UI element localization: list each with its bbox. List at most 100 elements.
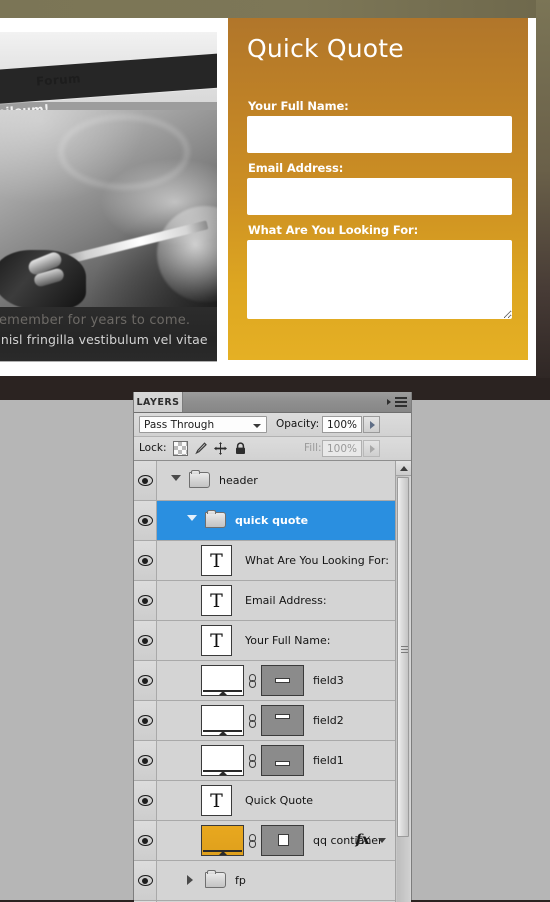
layer-row-body[interactable]: header	[157, 461, 396, 500]
layer-row-body[interactable]: field1	[157, 741, 396, 780]
layer-row-body[interactable]: fp	[157, 861, 396, 900]
layer-name: quick quote	[235, 514, 309, 527]
layer-visibility-toggle[interactable]	[134, 661, 157, 700]
layer-name: Your Full Name:	[245, 634, 331, 647]
layer-row[interactable]: field2	[134, 701, 396, 741]
text-layer-thumbnail[interactable]: T	[201, 545, 232, 576]
tab-layers[interactable]: LAYERS	[134, 392, 183, 412]
layer-visibility-toggle[interactable]	[134, 821, 157, 860]
layer-row[interactable]: field1	[134, 741, 396, 781]
layer-row-body[interactable]: quick quote	[157, 501, 396, 540]
layer-visibility-toggle[interactable]	[134, 621, 157, 660]
layer-visibility-toggle[interactable]	[134, 781, 157, 820]
fill-stepper[interactable]	[363, 440, 380, 457]
layer-thumbnail[interactable]	[201, 665, 244, 696]
folder-icon	[205, 510, 226, 528]
lock-image-pixels-icon[interactable]	[193, 441, 208, 456]
layer-row[interactable]: T What Are You Looking For:	[134, 541, 396, 581]
layer-mask-thumbnail[interactable]	[261, 705, 304, 736]
fill-label: Fill:	[304, 442, 322, 454]
layer-row-body[interactable]: field3	[157, 661, 396, 700]
looking-for-textarea[interactable]	[247, 240, 512, 319]
layers-panel: LAYERS Pass Through Opacity: 100% Lock:	[133, 392, 412, 902]
layer-row-body[interactable]: T Quick Quote	[157, 781, 396, 820]
chevron-right-icon[interactable]	[187, 875, 193, 885]
eye-icon	[137, 795, 153, 806]
layer-thumbnail[interactable]	[201, 705, 244, 736]
text-layer-thumbnail[interactable]: T	[201, 585, 232, 616]
layer-visibility-toggle[interactable]	[134, 501, 157, 540]
layer-visibility-toggle[interactable]	[134, 861, 157, 900]
eye-icon	[137, 475, 153, 486]
layer-visibility-toggle[interactable]	[134, 701, 157, 740]
hero-photograph	[0, 110, 217, 307]
text-layer-thumbnail[interactable]: T	[201, 625, 232, 656]
layers-scrollbar[interactable]	[395, 461, 411, 902]
chevron-down-icon[interactable]	[187, 515, 197, 521]
layer-thumbnail[interactable]	[201, 825, 244, 856]
scroll-up-icon[interactable]	[396, 461, 411, 476]
chevron-down-icon[interactable]	[171, 475, 181, 481]
folder-icon	[205, 870, 226, 888]
layer-effects-icon[interactable]: fx	[356, 832, 370, 848]
scrollbar-thumb[interactable]	[397, 477, 409, 837]
layer-row-body[interactable]: field2	[157, 701, 396, 740]
layers-list: header quick quote T What Are You Looking F…	[134, 461, 411, 902]
lock-all-icon[interactable]	[233, 441, 248, 456]
lock-transparent-pixels-icon[interactable]	[173, 441, 188, 456]
layer-row-body[interactable]: T What Are You Looking For:	[157, 541, 396, 580]
layer-row[interactable]: fp	[134, 861, 396, 901]
layer-visibility-toggle[interactable]	[134, 741, 157, 780]
link-icon[interactable]	[249, 674, 256, 688]
link-icon[interactable]	[249, 714, 256, 728]
layer-row-body[interactable]: T Your Full Name:	[157, 621, 396, 660]
layer-name: fp	[235, 874, 246, 887]
link-icon[interactable]	[249, 834, 256, 848]
layer-row[interactable]: field3	[134, 661, 396, 701]
quick-quote-title: Quick Quote	[247, 34, 404, 63]
looking-for-label: What Are You Looking For:	[248, 223, 419, 237]
opacity-stepper[interactable]	[363, 416, 380, 433]
text-layer-thumbnail[interactable]: T	[201, 785, 232, 816]
layer-mask-thumbnail[interactable]	[261, 825, 304, 856]
caption-line-1: 'll remember for years to come.	[0, 313, 191, 328]
olive-right-strip	[536, 0, 550, 378]
layer-row[interactable]: T Email Address:	[134, 581, 396, 621]
panel-menu-icon[interactable]	[387, 396, 407, 408]
layer-row-body[interactable]: T Email Address:	[157, 581, 396, 620]
layer-row[interactable]: quick quote	[134, 501, 396, 541]
hero-photo-mockup: Forum ubileum! 'll remember for years to…	[0, 32, 217, 362]
layer-row[interactable]: header	[134, 461, 396, 501]
layer-name: header	[219, 474, 258, 487]
layer-visibility-toggle[interactable]	[134, 461, 157, 500]
layer-visibility-toggle[interactable]	[134, 581, 157, 620]
layer-row[interactable]: T Quick Quote	[134, 781, 396, 821]
blend-mode-select[interactable]: Pass Through	[139, 416, 267, 433]
lock-label: Lock:	[139, 442, 167, 454]
blend-mode-row: Pass Through Opacity: 100%	[134, 413, 411, 437]
chevron-down-icon	[253, 424, 261, 428]
eye-icon	[137, 555, 153, 566]
eye-icon	[137, 595, 153, 606]
layer-row-body[interactable]: qq contianer fx	[157, 821, 396, 860]
lock-position-icon[interactable]	[213, 441, 228, 456]
layer-row[interactable]: T Your Full Name:	[134, 621, 396, 661]
effects-chevron-down-icon[interactable]	[378, 838, 386, 843]
layer-visibility-toggle[interactable]	[134, 541, 157, 580]
email-label: Email Address:	[248, 161, 344, 175]
full-name-input[interactable]	[247, 116, 512, 153]
quick-quote-card: Quick Quote Your Full Name: Email Addres…	[228, 18, 528, 360]
layer-mask-thumbnail[interactable]	[261, 745, 304, 776]
layer-name: field3	[313, 674, 344, 687]
layer-mask-thumbnail[interactable]	[261, 665, 304, 696]
opacity-input[interactable]: 100%	[322, 416, 362, 433]
email-input[interactable]	[247, 178, 512, 215]
layer-row[interactable]: qq contianer fx	[134, 821, 396, 861]
photo-bokeh	[157, 206, 217, 302]
eye-icon	[137, 515, 153, 526]
link-icon[interactable]	[249, 754, 256, 768]
fill-input[interactable]: 100%	[322, 440, 362, 457]
website-mockup-area: Forum ubileum! 'll remember for years to…	[0, 0, 550, 378]
layer-thumbnail[interactable]	[201, 745, 244, 776]
opacity-label: Opacity:	[276, 418, 320, 430]
